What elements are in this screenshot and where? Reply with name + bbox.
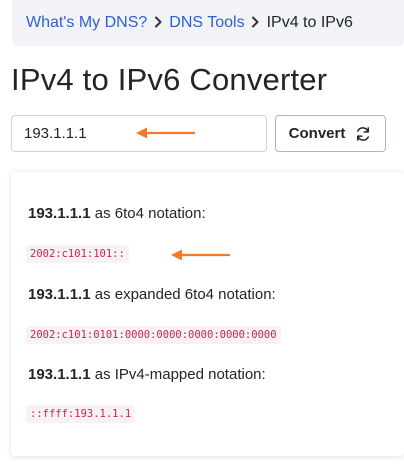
- result-expanded-6to4-label: 193.1.1.1 as expanded 6to4 notation:: [28, 286, 276, 303]
- breadcrumb-link-dns-tools[interactable]: DNS Tools: [169, 14, 244, 32]
- chevron-right-icon: [147, 14, 169, 32]
- result-expanded-6to4-code[interactable]: 2002:c101:0101:0000:0000:0000:0000:0000: [26, 326, 281, 344]
- result-ip: 193.1.1.1: [28, 205, 91, 222]
- refresh-icon: [357, 126, 370, 141]
- convert-button-label: Convert: [288, 125, 346, 142]
- page: What's My DNS? DNS Tools IPv4 to IPv6 IP…: [0, 0, 404, 471]
- breadcrumb-link-whats-my-dns[interactable]: What's My DNS?: [26, 14, 147, 32]
- result-ip: 193.1.1.1: [28, 366, 91, 383]
- chevron-right-icon: [245, 14, 267, 32]
- result-ip: 193.1.1.1: [28, 286, 91, 303]
- result-ipv4-mapped-code[interactable]: ::ffff:193.1.1.1: [26, 405, 136, 423]
- result-ipv4-mapped-label: 193.1.1.1 as IPv4-mapped notation:: [28, 366, 266, 383]
- result-description: as 6to4 notation:: [90, 205, 206, 222]
- ip-address-input[interactable]: [11, 115, 267, 152]
- result-description: as IPv4-mapped notation:: [90, 366, 266, 383]
- convert-button[interactable]: Convert: [275, 115, 386, 152]
- result-description: as expanded 6to4 notation:: [90, 286, 276, 303]
- result-6to4-code[interactable]: 2002:c101:101::: [26, 245, 129, 263]
- breadcrumb: What's My DNS? DNS Tools IPv4 to IPv6: [12, 0, 404, 46]
- breadcrumb-current: IPv4 to IPv6: [266, 14, 353, 31]
- result-6to4-label: 193.1.1.1 as 6to4 notation:: [28, 205, 206, 222]
- results-card: 193.1.1.1 as 6to4 notation: 2002:c101:10…: [11, 172, 404, 456]
- page-title: IPv4 to IPv6 Converter: [11, 62, 328, 97]
